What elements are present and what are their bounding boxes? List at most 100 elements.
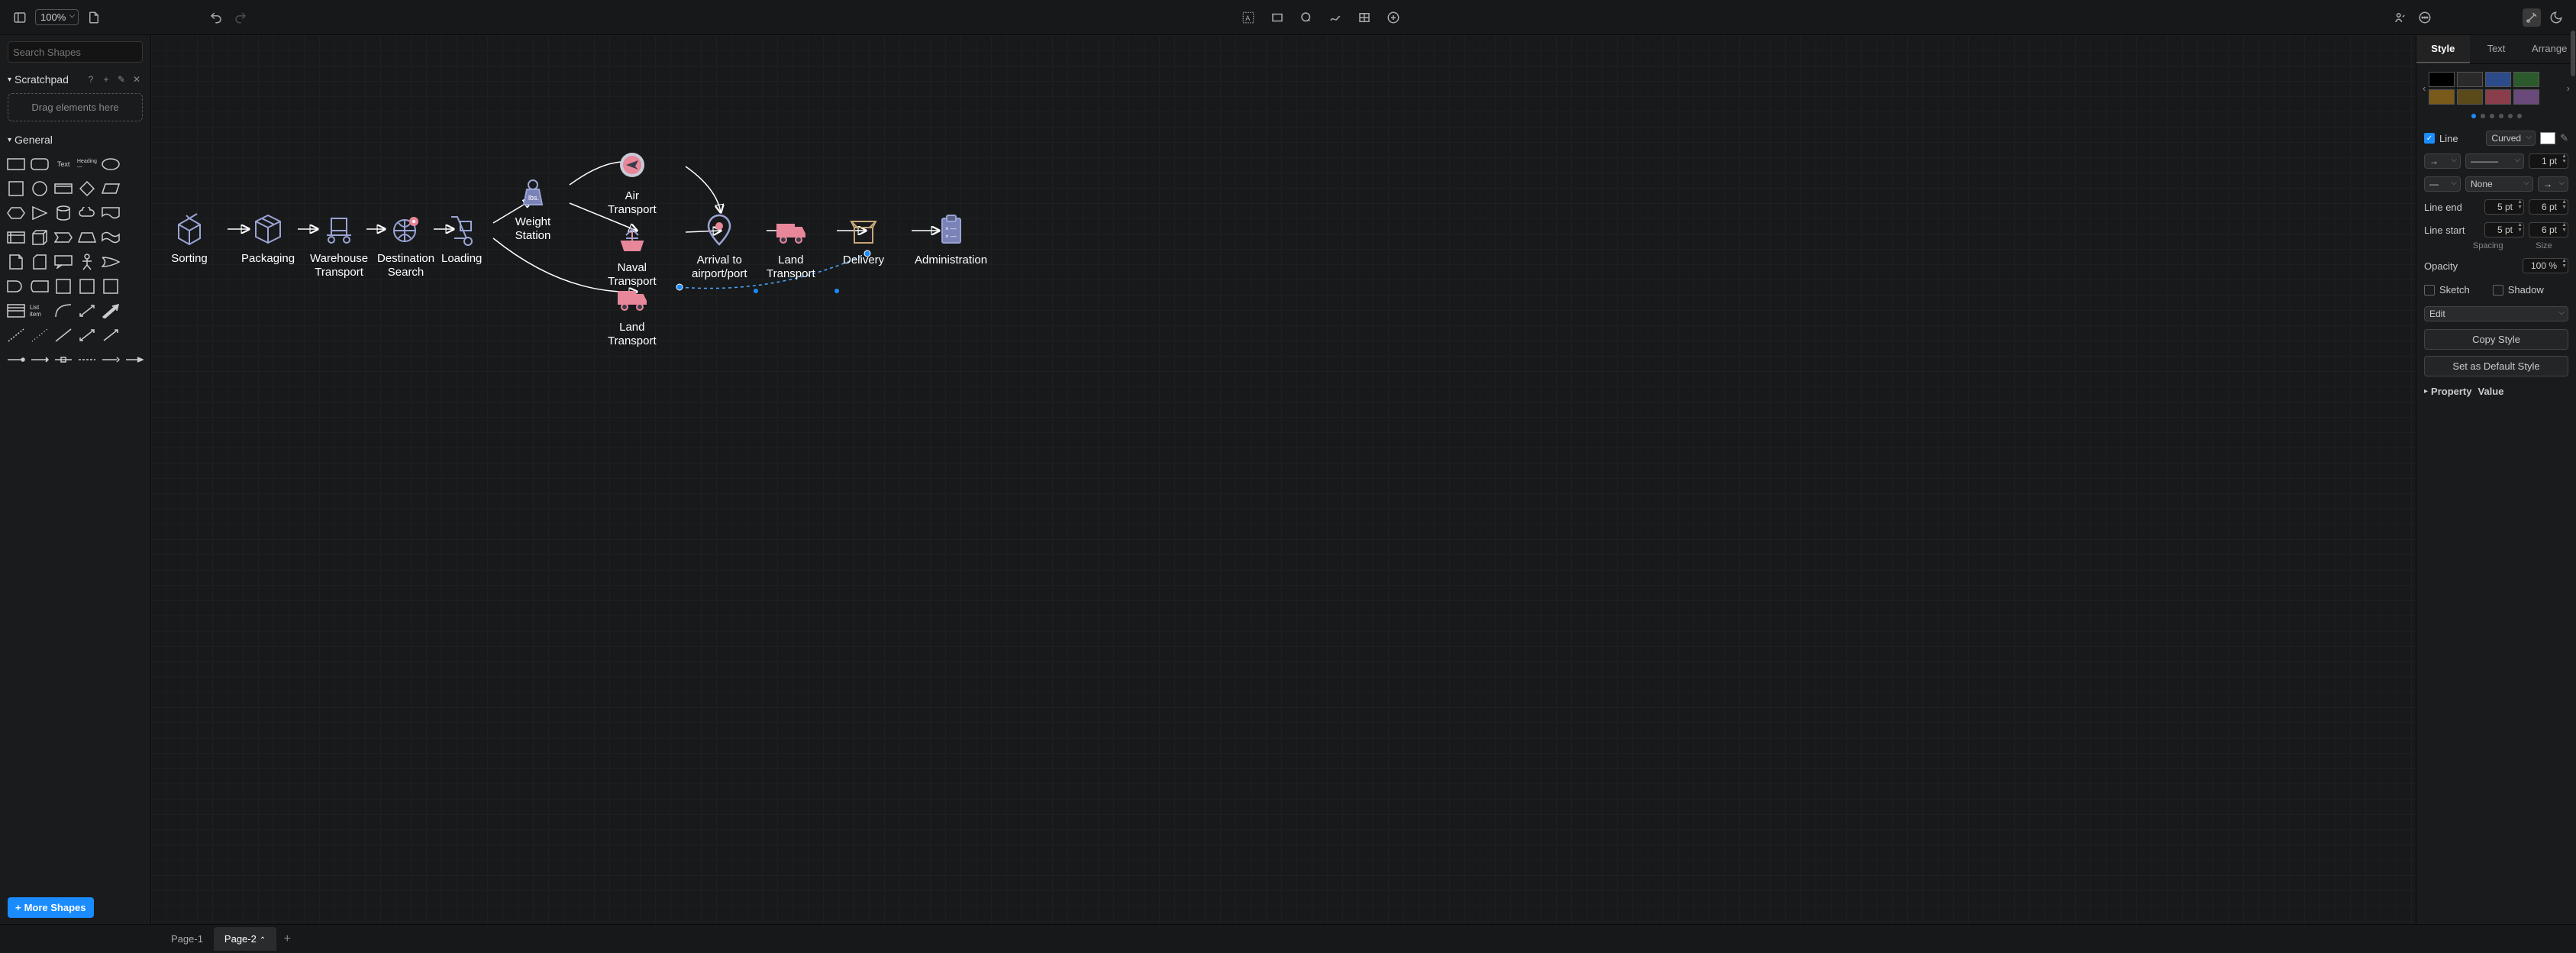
- color-swatch[interactable]: [2457, 89, 2483, 105]
- shape-curve[interactable]: [53, 300, 74, 321]
- shape-conn5[interactable]: [100, 349, 121, 370]
- shape-blank2[interactable]: [124, 178, 144, 199]
- table-tool-icon[interactable]: [1355, 8, 1374, 27]
- node-land2[interactable]: LandTransport: [767, 212, 815, 281]
- shape-internal[interactable]: [6, 227, 27, 248]
- copy-style-button[interactable]: Copy Style: [2424, 329, 2568, 350]
- more-shapes-button[interactable]: +More Shapes: [8, 897, 94, 918]
- shape-document[interactable]: [100, 202, 121, 224]
- line-style-select[interactable]: Curved: [2486, 131, 2536, 146]
- node-delivery[interactable]: Delivery: [843, 212, 884, 267]
- shape-conn6[interactable]: [124, 349, 144, 370]
- shape-roundrect[interactable]: [30, 153, 50, 175]
- shape-cloud[interactable]: [77, 202, 98, 224]
- shape-blank3[interactable]: [124, 202, 144, 224]
- color-swatch[interactable]: [2457, 72, 2483, 87]
- redo-icon[interactable]: [231, 8, 250, 27]
- tab-style[interactable]: Style: [2416, 35, 2470, 63]
- shape-circle[interactable]: [30, 178, 50, 199]
- ellipse-tool-icon[interactable]: [1297, 8, 1315, 27]
- shape-blank4[interactable]: [124, 227, 144, 248]
- freehand-tool-icon[interactable]: [1326, 8, 1344, 27]
- shape-tape[interactable]: [100, 227, 121, 248]
- new-page-icon[interactable]: [85, 8, 103, 27]
- theme-toggle-icon[interactable]: [2547, 8, 2565, 27]
- arrow-start-select[interactable]: —: [2424, 176, 2461, 192]
- page-tab[interactable]: Page-1: [160, 927, 214, 951]
- shape-cylinder[interactable]: [53, 202, 74, 224]
- text-tool-icon[interactable]: A: [1239, 8, 1257, 27]
- shape-ellipse[interactable]: [100, 153, 121, 175]
- shape-container3[interactable]: [100, 276, 121, 297]
- search-shapes-input[interactable]: [8, 41, 143, 63]
- shape-card[interactable]: [30, 251, 50, 273]
- shape-parallelogram[interactable]: [100, 178, 121, 199]
- node-loading[interactable]: Loading: [441, 211, 482, 266]
- color-swatch[interactable]: [2485, 72, 2511, 87]
- tools-toggle-icon[interactable]: [2523, 8, 2541, 27]
- line-none-select[interactable]: None: [2465, 176, 2533, 192]
- node-weight[interactable]: lbs.WeightStation: [515, 174, 551, 243]
- shape-datastore[interactable]: [30, 276, 50, 297]
- color-swatch[interactable]: [2429, 72, 2455, 87]
- shape-hexagon[interactable]: [6, 202, 27, 224]
- zoom-select[interactable]: 100%: [35, 9, 79, 25]
- shape-conn1[interactable]: [6, 349, 27, 370]
- shape-actor[interactable]: [77, 251, 98, 273]
- scratchpad-help-icon[interactable]: ?: [85, 73, 97, 86]
- shape-blank8[interactable]: [124, 325, 144, 346]
- shape-conn4[interactable]: [77, 349, 98, 370]
- shape-arrow-both[interactable]: [77, 325, 98, 346]
- colors-prev-icon[interactable]: ‹: [2423, 82, 2426, 94]
- undo-icon[interactable]: [207, 8, 225, 27]
- general-header[interactable]: ▾ General: [0, 129, 150, 150]
- shape-text[interactable]: Text: [53, 153, 74, 175]
- shape-heading[interactable]: Heading—: [77, 153, 98, 175]
- shape-list[interactable]: [6, 300, 27, 321]
- shape-line-dot[interactable]: [30, 325, 50, 346]
- shape-container2[interactable]: [77, 276, 98, 297]
- shape-rect[interactable]: [6, 153, 27, 175]
- color-swatch[interactable]: [2513, 72, 2539, 87]
- more-icon[interactable]: [2416, 8, 2434, 27]
- scratchpad-add-icon[interactable]: +: [100, 73, 112, 86]
- arrow-end-select[interactable]: →: [2424, 153, 2461, 169]
- sketch-checkbox[interactable]: [2424, 285, 2435, 296]
- edit-style-select[interactable]: Edit: [2424, 306, 2568, 321]
- node-arrival[interactable]: Arrival toairport/port: [692, 212, 747, 281]
- scratchpad-edit-icon[interactable]: ✎: [115, 73, 128, 86]
- shape-triangle[interactable]: [30, 202, 50, 224]
- line-color-swatch[interactable]: [2540, 132, 2555, 144]
- shape-listitem[interactable]: List item: [30, 300, 50, 321]
- node-naval[interactable]: NavalTransport: [608, 220, 657, 289]
- shape-square[interactable]: [6, 178, 27, 199]
- shape-note[interactable]: [6, 251, 27, 273]
- shape-arrow-thick[interactable]: [100, 300, 121, 321]
- node-dest[interactable]: DestinationSearch: [377, 211, 434, 279]
- shape-conn3[interactable]: [53, 349, 74, 370]
- shape-cube[interactable]: [30, 227, 50, 248]
- scratchpad-header[interactable]: ▾ Scratchpad ? + ✎ ✕: [0, 69, 150, 90]
- shape-callout[interactable]: [53, 251, 74, 273]
- tab-text[interactable]: Text: [2470, 35, 2523, 63]
- arrow-none-select[interactable]: →: [2538, 176, 2568, 192]
- scratchpad-dropzone[interactable]: Drag elements here: [8, 93, 143, 121]
- shape-blank6[interactable]: [124, 276, 144, 297]
- node-sorting[interactable]: Sorting: [171, 211, 208, 266]
- shape-arrow-bi[interactable]: [77, 300, 98, 321]
- shape-and[interactable]: [6, 276, 27, 297]
- node-admin[interactable]: × —× —Administration: [915, 212, 987, 267]
- page-tab[interactable]: Page-2⌃: [214, 927, 276, 951]
- rect-tool-icon[interactable]: [1268, 8, 1286, 27]
- share-icon[interactable]: [2391, 8, 2410, 27]
- tab-arrange[interactable]: Arrange: [2523, 35, 2576, 63]
- color-swatch[interactable]: [2429, 89, 2455, 105]
- shape-or[interactable]: [100, 251, 121, 273]
- set-default-style-button[interactable]: Set as Default Style: [2424, 356, 2568, 376]
- shadow-checkbox[interactable]: [2493, 285, 2503, 296]
- add-tool-icon[interactable]: [1384, 8, 1403, 27]
- shape-blank7[interactable]: [124, 300, 144, 321]
- shape-container1[interactable]: [53, 276, 74, 297]
- shape-process[interactable]: [53, 178, 74, 199]
- color-swatch[interactable]: [2485, 89, 2511, 105]
